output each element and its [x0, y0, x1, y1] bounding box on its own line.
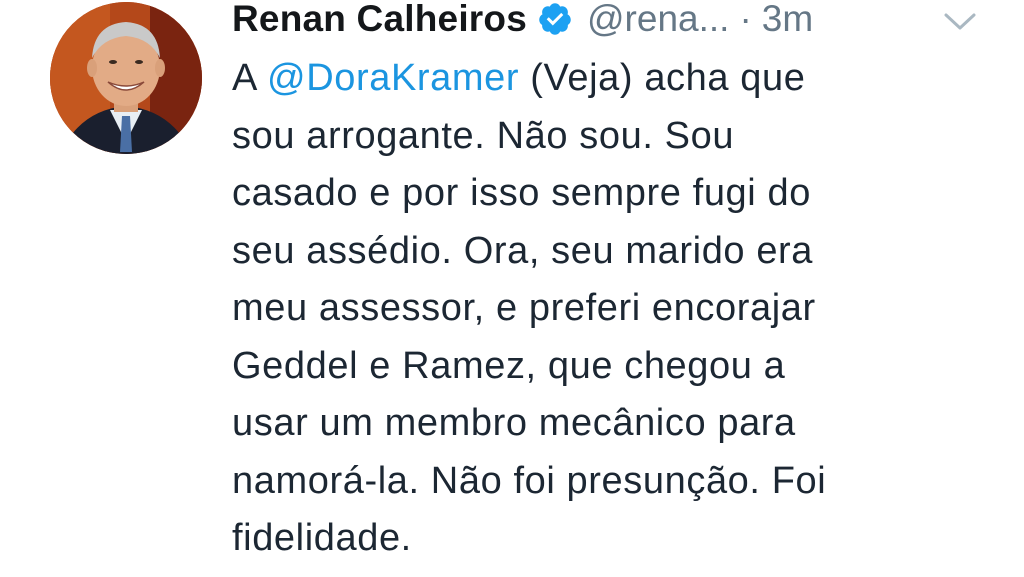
- tweet-line: A @DoraKramer (Veja) acha que: [232, 50, 972, 108]
- tweet-line: meu assessor, e preferi encorajar: [232, 287, 816, 329]
- author-name[interactable]: Renan Calheiros: [232, 0, 527, 40]
- chevron-down-icon[interactable]: [940, 6, 980, 36]
- text-suffix: (Veja) acha que: [519, 57, 806, 99]
- tweet-timestamp[interactable]: 3m: [762, 0, 813, 40]
- text-prefix: A: [232, 57, 268, 99]
- author-handle[interactable]: @rena...: [587, 0, 729, 40]
- tweet-header: Renan Calheiros @rena... · 3m: [232, 0, 813, 44]
- author-avatar[interactable]: [50, 2, 202, 154]
- profile-photo-icon: [50, 2, 202, 154]
- tweet-line: Geddel e Ramez, que chegou a: [232, 344, 786, 387]
- mention-link[interactable]: @DoraKramer: [267, 57, 519, 99]
- tweet-line: casado e por isso sempre fugi do: [232, 172, 811, 214]
- tweet-line: namorá-la. Não foi presunção. Foi: [232, 459, 827, 502]
- tweet-card: Renan Calheiros @rena... · 3m A @DoraKra…: [0, 0, 1024, 577]
- verified-badge-icon: [537, 1, 573, 37]
- tweet-text: A @DoraKramer (Veja) acha que sou arroga…: [232, 50, 972, 568]
- tweet-line: seu assédio. Ora, seu marido era: [232, 229, 814, 272]
- header-separator: ·: [739, 0, 752, 39]
- tweet-line: sou arrogante. Não sou. Sou: [232, 114, 735, 157]
- tweet-line: usar um membro mecânico para: [232, 402, 796, 444]
- tweet-line: fidelidade.: [232, 517, 412, 559]
